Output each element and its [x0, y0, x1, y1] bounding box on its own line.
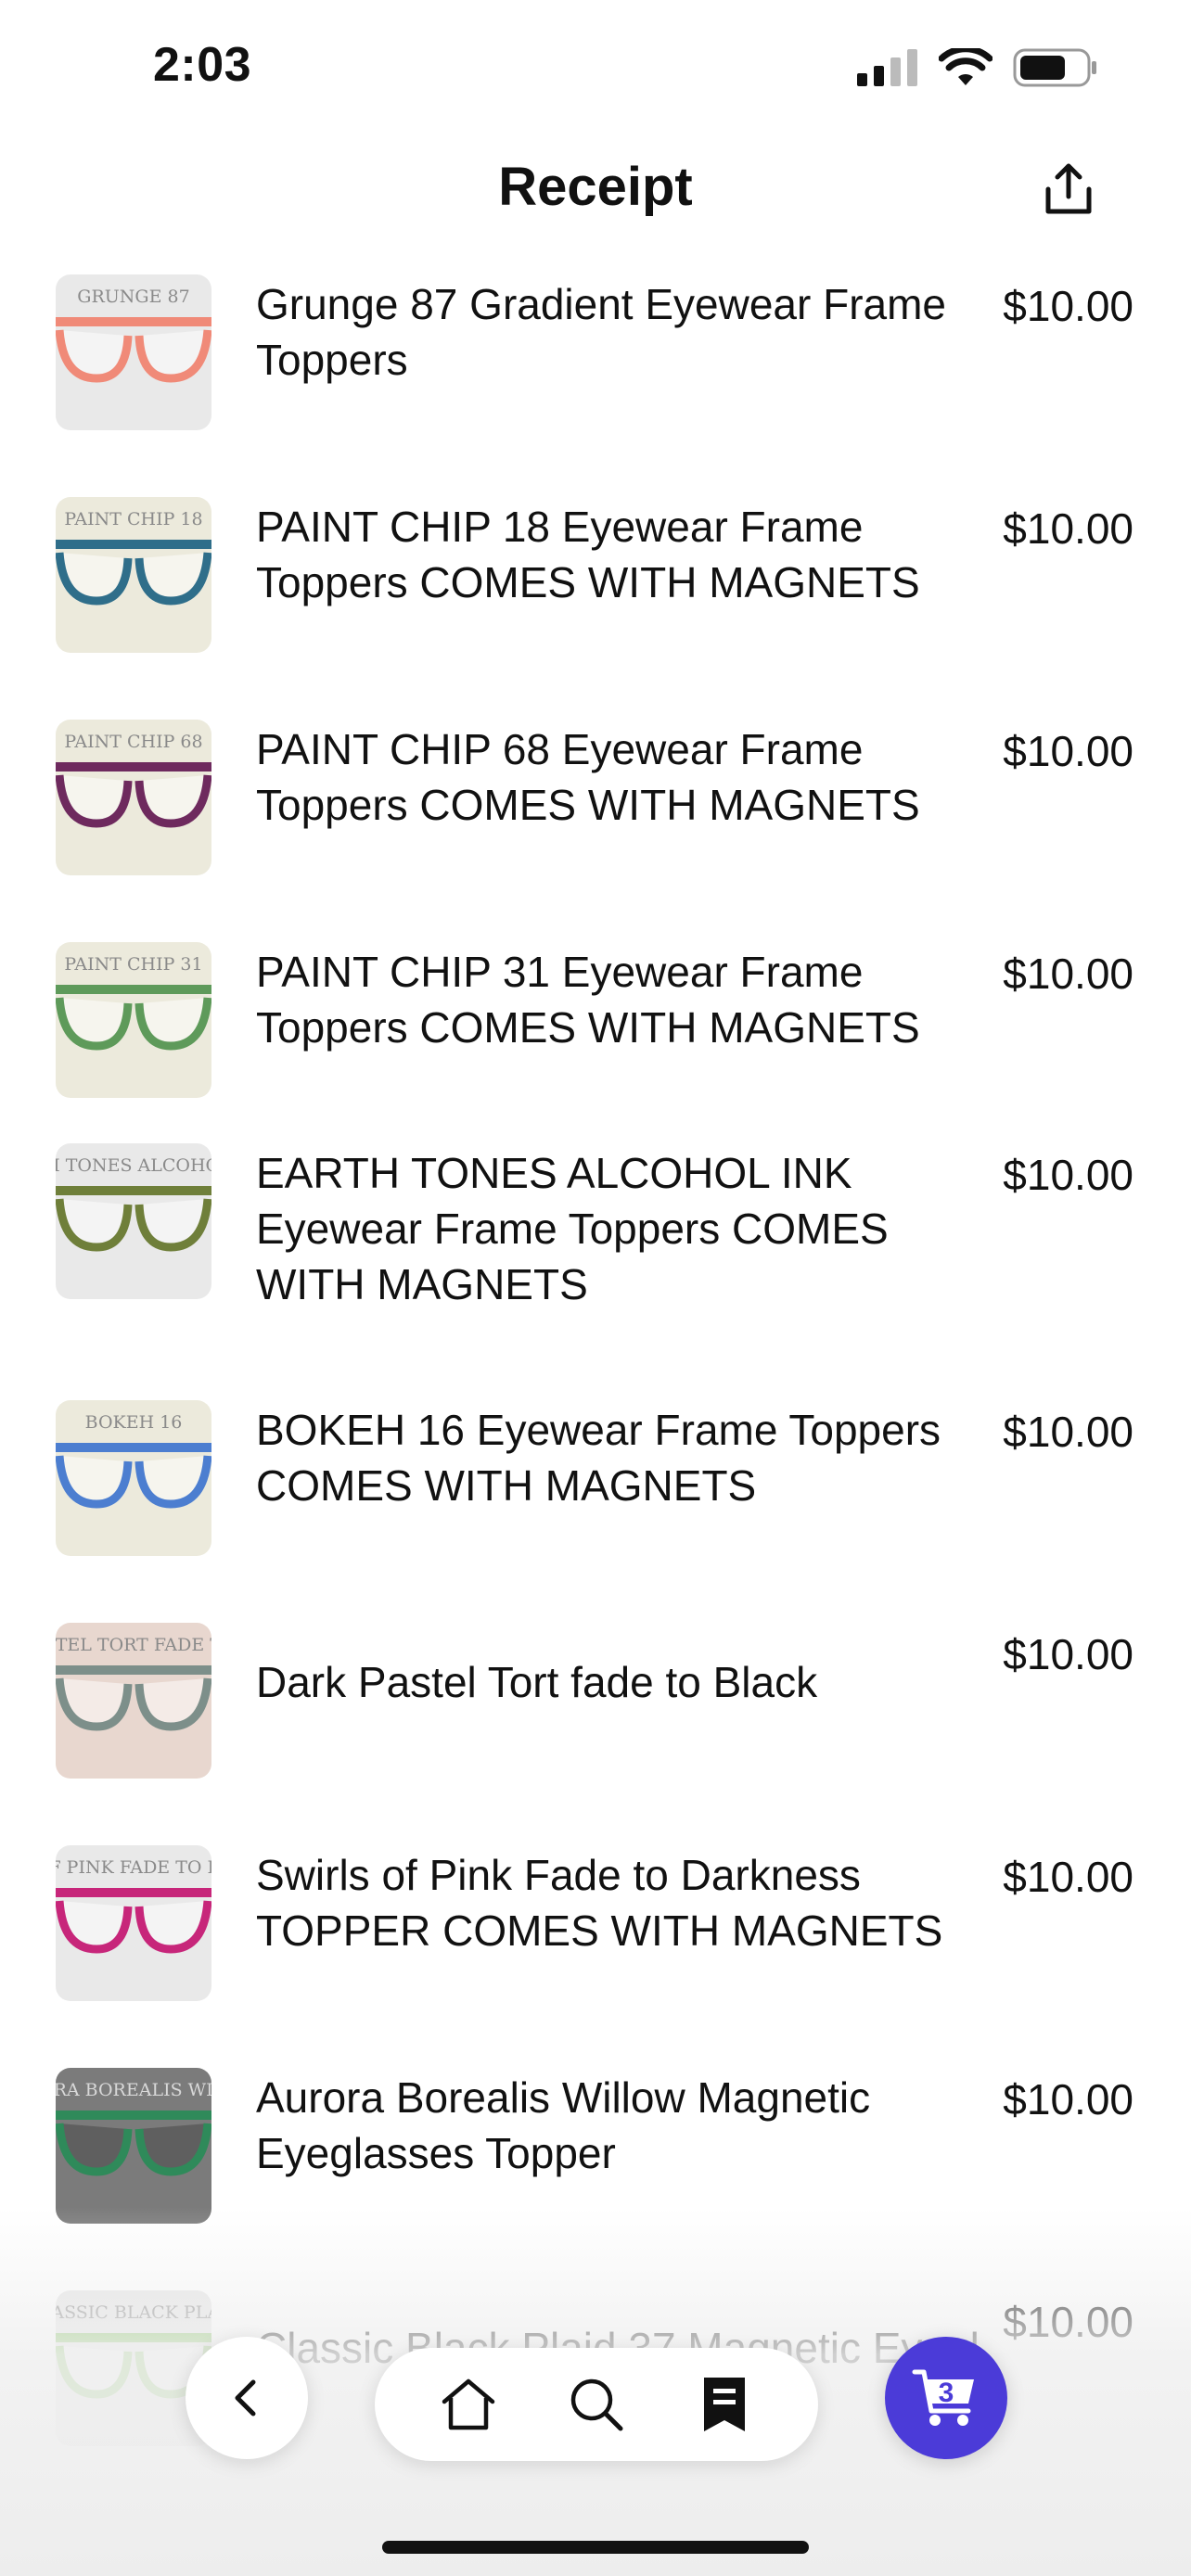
thumb-caption: PAINT CHIP 18 [64, 509, 202, 529]
signal-icon [857, 49, 917, 86]
thumb-caption: SWIRLS OF PINK FADE TO DARKNESS [56, 1857, 211, 1878]
search-icon [570, 2378, 623, 2431]
nav-search[interactable] [559, 2367, 634, 2442]
product-thumbnail[interactable]: SWIRLS OF PINK FADE TO DARKNESS [56, 1845, 211, 2001]
item-title[interactable]: Swirls of Pink Fade to Darkness TOPPER C… [256, 1843, 980, 1962]
product-thumbnail[interactable]: PAINT CHIP 18 [56, 497, 211, 653]
item-title[interactable]: Aurora Borealis Willow Magnetic Eyeglass… [256, 2066, 980, 2185]
status-bar: 2:03 [0, 0, 1191, 139]
cart-count-badge: 3 [938, 2378, 954, 2408]
thumb-caption: GRUNGE 87 [77, 287, 189, 307]
product-thumbnail[interactable]: BOKEH 16 [56, 1400, 211, 1556]
receipt-item-list: GRUNGE 87 Grunge 87 Gradient Eyewear Fram… [0, 265, 1191, 2504]
item-title[interactable]: Grunge 87 Gradient Eyewear Frame Toppers [256, 273, 980, 391]
home-icon [442, 2378, 495, 2430]
product-thumbnail[interactable]: PAINT CHIP 68 [56, 720, 211, 875]
item-title[interactable]: Dark Pastel Tort fade to Black [256, 1651, 980, 1714]
back-button[interactable] [186, 2337, 308, 2459]
item-price: $10.00 [1003, 1853, 1133, 1901]
receipt-item[interactable]: EARTH TONES ALCOHOL INK EARTH TONES ALCOH… [0, 1134, 1191, 1391]
item-price: $10.00 [1003, 727, 1133, 775]
item-price: $10.00 [1003, 1630, 1133, 1678]
item-title[interactable]: BOKEH 16 Eyewear Frame Toppers COMES WIT… [256, 1398, 980, 1517]
item-title[interactable]: PAINT CHIP 31 Eyewear Frame Toppers COME… [256, 940, 980, 1059]
product-thumbnail[interactable]: GRUNGE 87 [56, 274, 211, 430]
receipt-icon [704, 2378, 745, 2431]
receipt-item[interactable]: PAINT CHIP 18 PAINT CHIP 18 Eyewear Frame… [0, 488, 1191, 710]
thumb-caption: PAINT CHIP 68 [64, 732, 202, 752]
product-thumbnail[interactable]: EARTH TONES ALCOHOL INK [56, 1143, 211, 1299]
thumb-caption: PAINT CHIP 31 [64, 954, 202, 975]
battery-icon [1013, 48, 1096, 87]
home-indicator[interactable] [382, 2541, 809, 2554]
item-price: $10.00 [1003, 1151, 1133, 1199]
item-title[interactable]: PAINT CHIP 68 Eyewear Frame Toppers COME… [256, 718, 980, 836]
nav-home[interactable] [431, 2367, 506, 2442]
receipt-item[interactable]: PAINT CHIP 68 PAINT CHIP 68 Eyewear Frame… [0, 710, 1191, 933]
cart-button[interactable]: 3 [885, 2337, 1007, 2459]
receipt-item[interactable]: DARK PASTEL TORT FADE TO BLACK Dark Paste… [0, 1613, 1191, 1836]
receipt-item[interactable]: PAINT CHIP 31 PAINT CHIP 31 Eyewear Frame… [0, 933, 1191, 1134]
item-price: $10.00 [1003, 950, 1133, 998]
product-thumbnail[interactable]: AURORA BOREALIS WILLOW [56, 2068, 211, 2224]
thumb-caption: EARTH TONES ALCOHOL INK [56, 1155, 211, 1176]
item-price: $10.00 [1003, 504, 1133, 553]
product-thumbnail[interactable]: DARK PASTEL TORT FADE TO BLACK [56, 1623, 211, 1779]
item-price: $10.00 [1003, 2075, 1133, 2123]
product-thumbnail[interactable]: PAINT CHIP 31 [56, 942, 211, 1098]
item-title[interactable]: PAINT CHIP 18 Eyewear Frame Toppers COME… [256, 495, 980, 614]
nav-receipts[interactable] [687, 2367, 762, 2442]
receipt-item[interactable]: GRUNGE 87 Grunge 87 Gradient Eyewear Fram… [0, 265, 1191, 488]
item-title[interactable]: EARTH TONES ALCOHOL INK Eyewear Frame To… [256, 1141, 980, 1316]
header: Receipt [0, 139, 1191, 241]
page-title: Receipt [498, 157, 693, 217]
thumb-caption: AURORA BOREALIS WILLOW [56, 2080, 211, 2100]
status-icons [857, 48, 1098, 87]
chevron-left-icon [235, 2379, 256, 2417]
status-time: 2:03 [153, 38, 252, 92]
item-price: $10.00 [1003, 282, 1133, 330]
receipt-item[interactable]: SWIRLS OF PINK FADE TO DARKNESS Swirls of… [0, 1836, 1191, 2059]
thumb-caption: DARK PASTEL TORT FADE TO BLACK [56, 1635, 211, 1655]
item-price: $10.00 [1003, 1408, 1133, 1456]
receipt-item[interactable]: BOKEH 16 BOKEH 16 Eyewear Frame Toppers C… [0, 1391, 1191, 1613]
thumb-caption: BOKEH 16 [85, 1412, 183, 1433]
bottom-nav [375, 2348, 818, 2461]
share-button[interactable] [1035, 156, 1102, 223]
wifi-icon [939, 48, 992, 85]
share-icon [1045, 163, 1092, 214]
